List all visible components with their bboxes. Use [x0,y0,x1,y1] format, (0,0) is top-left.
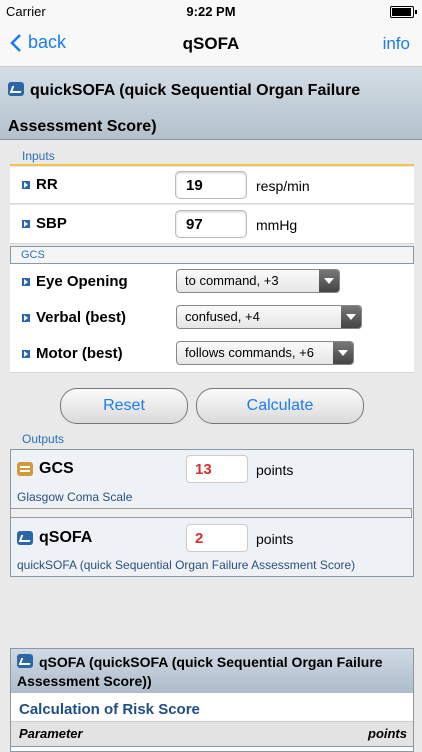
verbal-label: Verbal (best) [36,309,127,326]
motor-select[interactable]: follows commands, +6 [176,341,354,365]
status-bar: Carrier 9:22 PM [0,0,422,22]
detail-panel: qSOFA (quickSOFA (quick Sequential Organ… [10,648,414,752]
calculator-icon [17,654,33,668]
motor-label: Motor (best) [36,345,123,362]
gcs-output-unit: points [256,462,294,478]
nav-bar: back qSOFA info [0,22,422,67]
reset-button[interactable]: Reset [60,388,188,424]
bullet-icon [22,219,30,228]
verbal-select[interactable]: confused, +4 [176,305,362,329]
motor-value: follows commands, +6 [185,345,314,360]
info-button[interactable]: info [383,34,410,54]
rr-label: RR [36,176,58,193]
qsofa-output-description: quickSOFA (quick Sequential Organ Failur… [17,558,356,572]
calculator-title: quickSOFA (quick Sequential Organ Failur… [8,82,361,135]
battery-icon [390,6,417,18]
bullet-icon [22,349,30,358]
outputs-divider [10,508,412,518]
dropdown-arrow-icon [341,306,361,328]
calculator-header: quickSOFA (quick Sequential Organ Failur… [0,67,422,140]
gcs-output-description: Glasgow Coma Scale [17,490,133,504]
inputs-divider [10,164,414,166]
parameter-column-header: Parameter [19,726,83,741]
gcs-subsection: GCS [10,246,414,264]
eye-opening-value: to command, +3 [185,273,279,288]
sbp-unit: mmHg [256,217,298,233]
bullet-icon [22,313,30,322]
rr-unit: resp/min [256,178,310,194]
motor-row: Motor (best) follows commands, +6 [10,336,414,373]
verbal-row: Verbal (best) confused, +4 [10,300,414,337]
eye-opening-row: Eye Opening to command, +3 [10,264,414,301]
detail-header: qSOFA (quickSOFA (quick Sequential Organ… [11,649,413,693]
table-header: Parameter points [11,721,413,747]
page-title: qSOFA [182,34,240,53]
detail-title: qSOFA (quickSOFA (quick Sequential Organ… [17,654,383,689]
gcs-icon [17,462,33,476]
eye-opening-label: Eye Opening [36,273,128,290]
gcs-output-label: GCS [39,460,74,477]
rr-input[interactable]: 19 [175,171,247,199]
eye-opening-select[interactable]: to command, +3 [176,269,340,293]
bullet-icon [22,180,30,189]
clock: 9:22 PM [186,4,236,19]
outputs-section-label: Outputs [22,432,65,446]
bullet-icon [22,277,30,286]
qsofa-output-value: 2 [186,524,248,552]
verbal-value: confused, +4 [185,309,260,324]
qsofa-output-label: qSOFA [39,529,93,546]
qsofa-output-unit: points [256,531,294,547]
points-column-header: points [368,726,407,741]
dropdown-arrow-icon [319,270,339,292]
dropdown-arrow-icon [333,342,353,364]
inputs-section-label: Inputs [22,149,55,163]
sbp-label: SBP [36,215,67,232]
risk-score-heading: Calculation of Risk Score [19,701,200,718]
sbp-row: SBP 97 mmHg [10,205,414,244]
sbp-input[interactable]: 97 [175,210,247,238]
calculator-icon [17,531,33,545]
gcs-output-value: 13 [186,455,248,483]
gcs-subsection-label: GCS [21,249,45,261]
calculate-button[interactable]: Calculate [196,388,364,424]
calculator-icon [8,82,24,96]
rr-row: RR 19 resp/min [10,167,414,204]
